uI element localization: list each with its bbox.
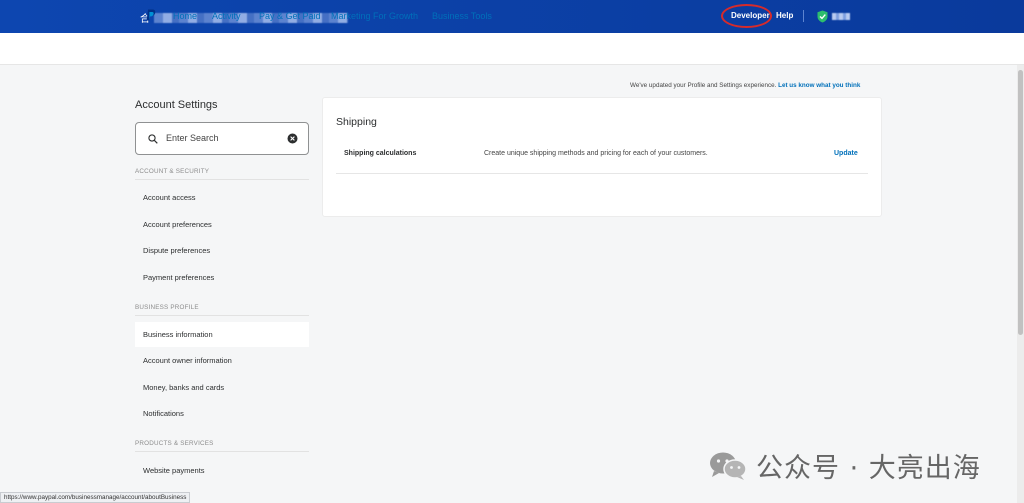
feedback-link[interactable]: Let us know what you think	[778, 82, 860, 89]
nav-activity[interactable]: Activity	[212, 11, 241, 21]
paypal-logo-icon[interactable]	[146, 9, 156, 22]
shipping-calculations-description: Create unique shipping methods and prici…	[484, 150, 708, 157]
highlight-circle	[721, 4, 772, 28]
user-name-redacted[interactable]	[832, 13, 850, 20]
row-divider	[336, 173, 868, 174]
sidebar-item-business-information[interactable]: Business information	[135, 322, 309, 347]
update-notice: We've updated your Profile and Settings …	[630, 82, 860, 89]
status-bar-url: https://www.paypal.com/businessmanage/ac…	[0, 492, 191, 503]
sidebar-item-account-access[interactable]: Account access	[135, 185, 309, 210]
section-header-account-security: ACCOUNT & SECURITY	[135, 168, 210, 175]
shipping-card	[322, 97, 882, 217]
sidebar-item-account-preferences[interactable]: Account preferences	[135, 212, 309, 237]
search-placeholder: Enter Search	[166, 133, 219, 143]
watermark: 公众号 · 大亮出海	[708, 446, 981, 485]
watermark-text: 公众号 · 大亮出海	[756, 453, 981, 484]
notice-text: We've updated your Profile and Settings …	[630, 82, 779, 89]
wechat-icon	[710, 452, 747, 480]
sidebar-item-payment-preferences[interactable]: Payment preferences	[135, 265, 309, 290]
search-icon	[148, 134, 158, 144]
nav-pay-and-get-paid[interactable]: Pay & Get Paid	[259, 11, 321, 21]
section-header-products-services: PRODUCTS & SERVICES	[135, 440, 214, 447]
search-input[interactable]	[135, 122, 309, 155]
nav-business-tools[interactable]: Business Tools	[432, 11, 492, 21]
nav-bar	[0, 33, 1024, 65]
nav-home[interactable]: Home	[173, 11, 197, 21]
verified-shield-icon[interactable]	[817, 10, 828, 23]
shipping-calculations-label: Shipping calculations	[344, 150, 417, 157]
sidebar-item-website-payments[interactable]: Website payments	[135, 458, 309, 483]
section-divider	[135, 179, 309, 180]
section-divider	[135, 315, 309, 316]
sidebar-item-account-owner-information[interactable]: Account owner information	[135, 348, 309, 373]
section-header-business-profile: BUSINESS PROFILE	[135, 304, 199, 311]
topbar-divider	[803, 10, 804, 22]
card-title: Shipping	[336, 116, 377, 128]
sidebar-item-notifications[interactable]: Notifications	[135, 401, 309, 426]
help-link[interactable]: Help	[776, 11, 793, 20]
nav-marketing-for-growth[interactable]: Marketing For Growth	[331, 11, 418, 21]
clear-search-icon[interactable]	[287, 133, 298, 144]
update-button[interactable]: Update	[834, 150, 858, 157]
sidebar-item-money-banks-cards[interactable]: Money, banks and cards	[135, 375, 309, 400]
scrollbar-thumb[interactable]	[1018, 70, 1023, 335]
section-divider	[135, 451, 309, 452]
sidebar-title: Account Settings	[135, 99, 218, 111]
sidebar-item-dispute-preferences[interactable]: Dispute preferences	[135, 238, 309, 263]
